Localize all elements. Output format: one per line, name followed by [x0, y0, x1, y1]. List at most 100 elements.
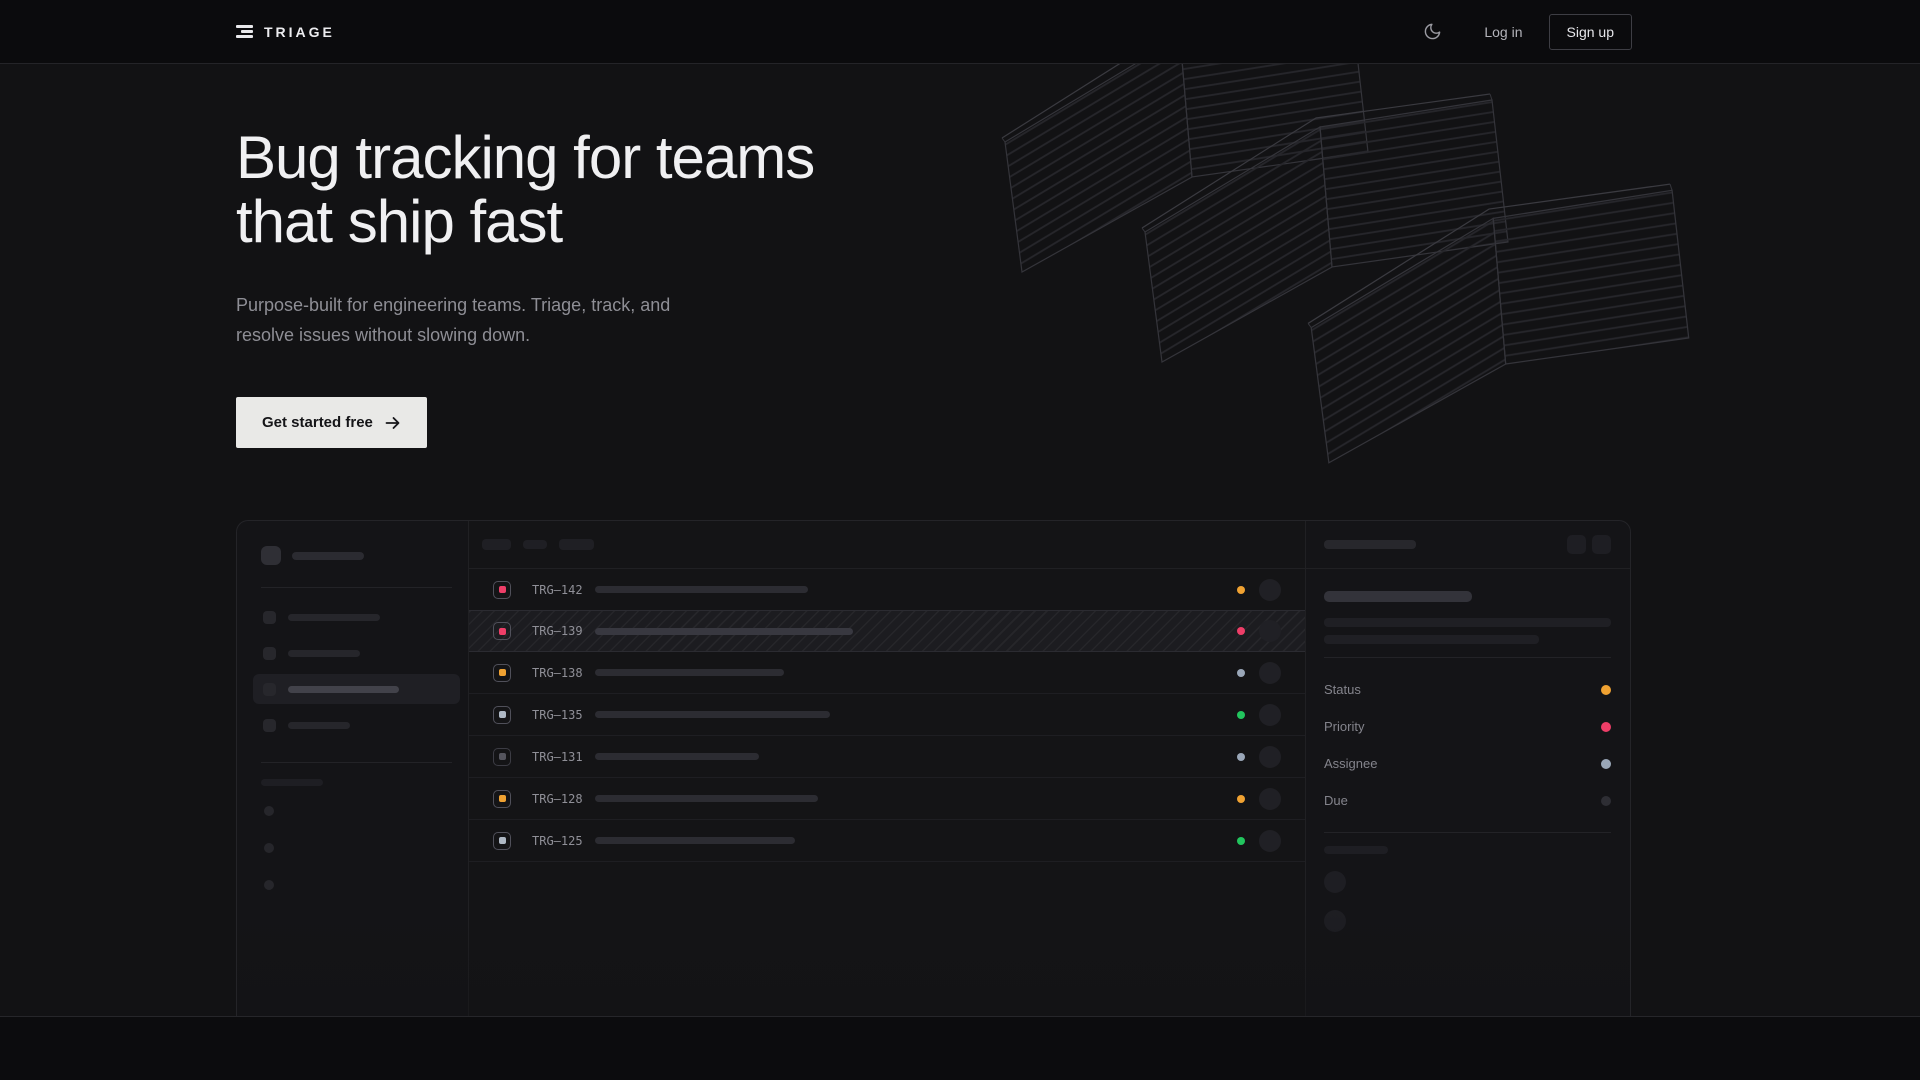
issue-type-icon: [493, 622, 511, 640]
detail-fields: Status Priority Assignee Due: [1324, 671, 1611, 819]
issue-row: TRG–138: [469, 652, 1305, 694]
arrow-right-icon: [385, 416, 401, 430]
navbar: TRIAGE Log in Sign up: [0, 0, 1920, 64]
hero-title-line1: Bug tracking for teams: [236, 124, 814, 191]
detail-panel-body: Status Priority Assignee Due: [1306, 569, 1630, 932]
panel-divider: [1324, 832, 1611, 833]
signup-button[interactable]: Sign up: [1549, 14, 1632, 50]
issue-avatar-placeholder: [1259, 662, 1281, 684]
workspace-switcher-skeleton: [261, 546, 452, 565]
sidebar-item-icon-placeholder: [263, 719, 276, 732]
issue-status-dot: [1237, 627, 1245, 635]
footer-strip: [0, 1016, 1920, 1080]
issue-row: TRG–135: [469, 694, 1305, 736]
detail-header-skeleton: [1324, 540, 1416, 549]
issue-row: TRG–125: [469, 820, 1305, 862]
field-label: Status: [1324, 682, 1361, 697]
sidebar-item-label-skeleton: [288, 686, 399, 693]
issue-row: TRG–139: [469, 610, 1305, 652]
issue-title-skeleton: [595, 837, 795, 844]
detail-panel-header: [1306, 521, 1630, 569]
sidebar-dot-placeholder: [264, 806, 274, 816]
workspace-avatar-placeholder: [261, 546, 281, 565]
panel-action-placeholder: [1567, 535, 1586, 554]
detail-field-row: Due: [1324, 782, 1611, 819]
hero-title: Bug tracking for teams that ship fast: [236, 126, 814, 254]
sidebar-item-skeleton: [253, 710, 460, 740]
detail-field-row: Assignee: [1324, 745, 1611, 782]
issue-type-icon: [493, 790, 511, 808]
brand-logo[interactable]: TRIAGE: [236, 24, 335, 40]
activity-label-skeleton: [1324, 846, 1388, 854]
issue-row: TRG–131: [469, 736, 1305, 778]
theme-toggle-button[interactable]: [1419, 18, 1446, 45]
issue-avatar-placeholder: [1259, 704, 1281, 726]
field-label: Assignee: [1324, 756, 1377, 771]
issue-id: TRG–131: [532, 750, 587, 764]
list-filter-bar: [469, 521, 1305, 569]
navbar-actions: Log in Sign up: [1419, 14, 1632, 50]
field-value-dot: [1601, 796, 1611, 806]
sidebar-divider: [261, 762, 452, 763]
sidebar-item-label-skeleton: [288, 722, 350, 729]
issue-avatar-placeholder: [1259, 620, 1281, 642]
detail-field-row: Priority: [1324, 708, 1611, 745]
activity-avatar-placeholder: [1324, 871, 1346, 893]
issue-id: TRG–139: [532, 624, 587, 638]
moon-icon: [1423, 22, 1442, 41]
issue-id: TRG–138: [532, 666, 587, 680]
issue-id: TRG–142: [532, 583, 587, 597]
login-link[interactable]: Log in: [1484, 24, 1522, 40]
issue-id: TRG–128: [532, 792, 587, 806]
sidebar-item-skeleton: [253, 602, 460, 632]
field-label: Due: [1324, 793, 1348, 808]
filter-pill-skeleton: [482, 539, 511, 550]
detail-panel-actions: [1567, 535, 1611, 554]
mockup-sidebar: [237, 521, 469, 1016]
mockup-detail-panel: Status Priority Assignee Due: [1306, 521, 1630, 1016]
issue-avatar-placeholder: [1259, 579, 1281, 601]
get-started-button[interactable]: Get started free: [236, 397, 427, 448]
field-value-dot: [1601, 759, 1611, 769]
issue-status-dot: [1237, 586, 1245, 594]
field-value-dot: [1601, 722, 1611, 732]
description-line-skeleton: [1324, 618, 1611, 627]
sidebar-item-active-skeleton: [253, 674, 460, 704]
issue-type-icon: [493, 706, 511, 724]
filter-pill-skeleton: [559, 539, 594, 550]
sidebar-item-label-skeleton: [288, 614, 380, 621]
sidebar-item-skeleton: [253, 638, 460, 668]
issue-title-skeleton: [595, 628, 853, 635]
issue-id: TRG–135: [532, 708, 587, 722]
app-mockup-card: TRG–142 TRG–139 TRG–138 TRG–135 TRG–131: [236, 520, 1631, 1016]
issue-row: TRG–142: [469, 569, 1305, 611]
issue-avatar-placeholder: [1259, 788, 1281, 810]
workspace-name-skeleton: [292, 552, 364, 560]
sidebar-item-icon-placeholder: [263, 647, 276, 660]
triage-logo-icon: [236, 25, 253, 38]
issue-title-skeleton: [595, 711, 830, 718]
brand-name: TRIAGE: [264, 24, 335, 40]
issue-title-skeleton: [595, 669, 784, 676]
issue-status-dot: [1237, 753, 1245, 761]
activity-avatar-placeholder: [1324, 910, 1346, 932]
issue-avatar-placeholder: [1259, 830, 1281, 852]
issue-row: TRG–128: [469, 778, 1305, 820]
hero-title-line2: that ship fast: [236, 188, 562, 255]
issue-id: TRG–125: [532, 834, 587, 848]
mockup-issue-list-pane: TRG–142 TRG–139 TRG–138 TRG–135 TRG–131: [469, 521, 1306, 1016]
detail-field-row: Status: [1324, 671, 1611, 708]
field-label: Priority: [1324, 719, 1364, 734]
issue-list: TRG–142 TRG–139 TRG–138 TRG–135 TRG–131: [469, 569, 1305, 862]
sidebar-item-icon-placeholder: [263, 683, 276, 696]
sidebar-dot-placeholder: [264, 880, 274, 890]
sidebar-dot-placeholder: [264, 843, 274, 853]
issue-avatar-placeholder: [1259, 746, 1281, 768]
issue-title-skeleton: [595, 586, 808, 593]
issue-status-dot: [1237, 795, 1245, 803]
sidebar-item-label-skeleton: [288, 650, 360, 657]
issue-type-icon: [493, 664, 511, 682]
sidebar-divider: [261, 587, 452, 588]
field-value-dot: [1601, 685, 1611, 695]
issue-title-skeleton: [595, 795, 818, 802]
